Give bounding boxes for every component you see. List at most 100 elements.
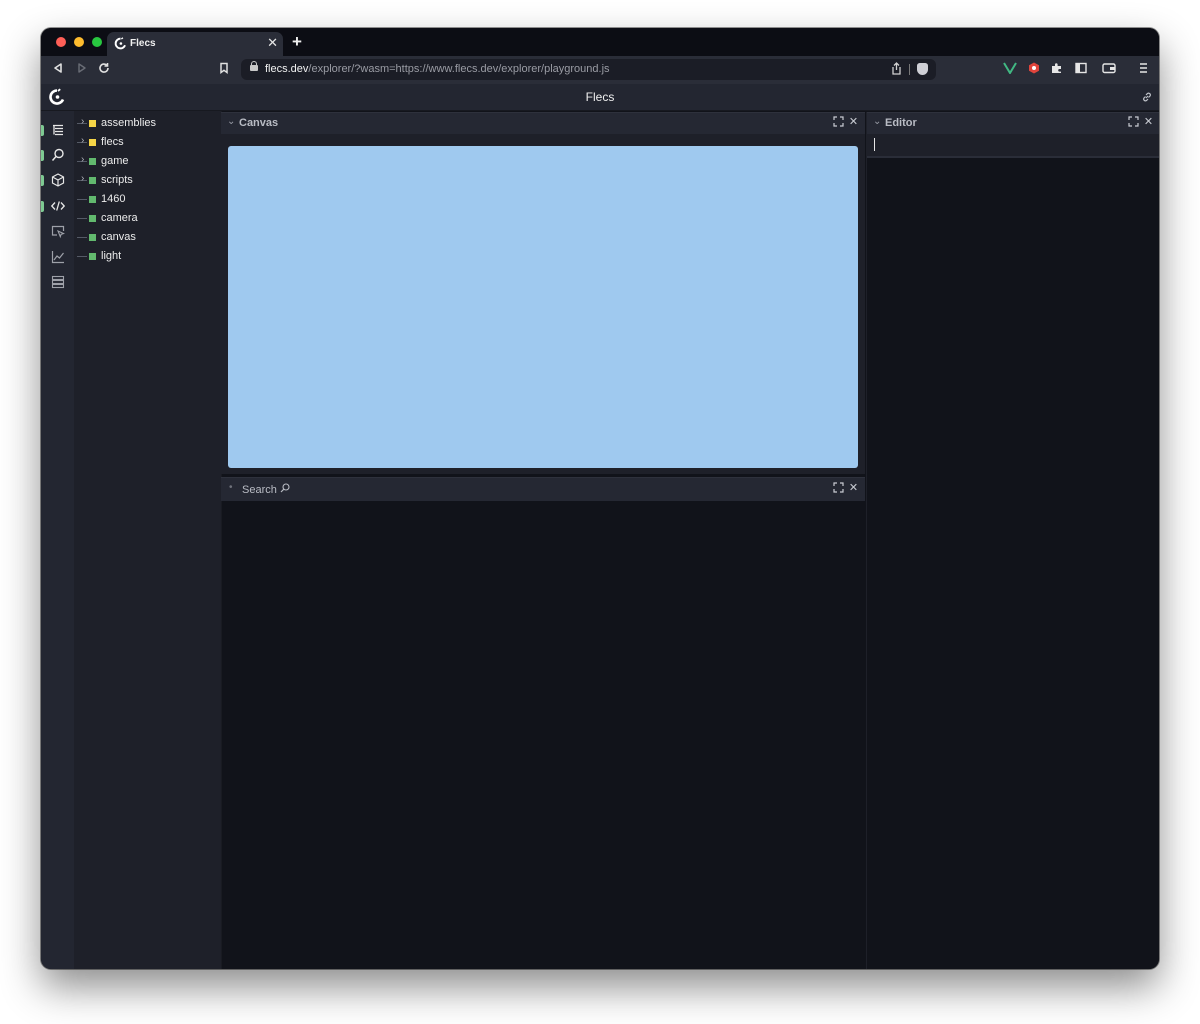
rail-item-entity[interactable] bbox=[41, 169, 74, 191]
share-icon[interactable] bbox=[891, 62, 902, 78]
bullet-icon: • bbox=[229, 482, 233, 493]
window-controls bbox=[56, 37, 102, 47]
tree-item-label: flecs bbox=[101, 136, 124, 148]
storage-icon bbox=[51, 275, 65, 289]
tree-item[interactable]: › scripts bbox=[74, 171, 221, 190]
inspector-icon bbox=[51, 225, 65, 239]
tree-item-label: light bbox=[101, 250, 122, 262]
entity-icon bbox=[89, 177, 96, 184]
chevron-right-icon[interactable]: › bbox=[81, 116, 84, 127]
back-icon[interactable] bbox=[50, 62, 66, 78]
tree-item[interactable]: 1460 bbox=[74, 190, 221, 209]
tree-item-label: 1460 bbox=[101, 193, 126, 205]
tab-close-icon[interactable]: ✕ bbox=[267, 35, 278, 51]
close-window-button[interactable] bbox=[56, 37, 66, 47]
active-indicator bbox=[41, 150, 44, 161]
extension-red-icon[interactable] bbox=[1026, 62, 1042, 78]
minimize-window-button[interactable] bbox=[74, 37, 84, 47]
canvas-panel: ⌄ Canvas ✕ bbox=[221, 112, 865, 474]
maximize-icon[interactable] bbox=[833, 482, 844, 495]
editor-panel: ⌄ Editor ✕ bbox=[866, 112, 1159, 969]
search-panel-label[interactable]: Search bbox=[242, 483, 290, 496]
entity-icon bbox=[89, 253, 96, 260]
close-icon[interactable]: ✕ bbox=[848, 482, 859, 495]
tree-item-label: canvas bbox=[101, 231, 136, 243]
entity-icon bbox=[89, 215, 96, 222]
rail-item-code[interactable] bbox=[41, 195, 74, 217]
browser-tab[interactable]: Flecs ✕ bbox=[107, 32, 283, 56]
url-host: flecs.dev bbox=[265, 63, 309, 75]
app-title: Flecs bbox=[585, 90, 615, 104]
editor-panel-header: ⌄ Editor ✕ bbox=[867, 112, 1159, 134]
tree-item[interactable]: › flecs bbox=[74, 133, 221, 152]
tree-icon bbox=[53, 124, 63, 136]
entity-icon bbox=[89, 234, 96, 241]
reload-icon[interactable] bbox=[96, 62, 112, 78]
maximize-icon[interactable] bbox=[1128, 116, 1139, 129]
link-icon[interactable] bbox=[1141, 91, 1153, 103]
wallet-icon[interactable] bbox=[1101, 62, 1117, 78]
rail-item-tree[interactable] bbox=[41, 119, 74, 141]
chevron-right-icon[interactable]: › bbox=[81, 154, 84, 165]
sidebar-icon[interactable] bbox=[1073, 62, 1089, 78]
puzzle-icon[interactable] bbox=[1049, 62, 1065, 78]
brave-shield-icon[interactable] bbox=[917, 63, 928, 75]
canvas-panel-title: Canvas bbox=[239, 117, 279, 129]
search-label-text: Search bbox=[242, 484, 277, 496]
divider bbox=[909, 64, 910, 75]
tree-connector bbox=[77, 237, 87, 238]
vue-devtools-icon[interactable] bbox=[1002, 62, 1018, 78]
maximize-window-button[interactable] bbox=[92, 37, 102, 47]
chevron-right-icon[interactable]: › bbox=[81, 135, 84, 146]
menu-icon[interactable] bbox=[1135, 62, 1151, 78]
tree-connector bbox=[77, 199, 87, 200]
forward-icon[interactable] bbox=[74, 62, 90, 78]
tree-item-label: scripts bbox=[101, 174, 133, 186]
tab-title: Flecs bbox=[130, 38, 156, 49]
close-icon[interactable]: ✕ bbox=[1143, 116, 1154, 129]
app-header: Flecs bbox=[41, 84, 1159, 111]
editor-panel-title: Editor bbox=[885, 117, 917, 129]
tree-item[interactable]: › game bbox=[74, 152, 221, 171]
cube-icon bbox=[51, 173, 65, 187]
active-indicator bbox=[41, 201, 44, 212]
search-icon bbox=[51, 148, 64, 161]
entity-tree: › assemblies › flecs › game › scripts 14… bbox=[74, 111, 222, 969]
entity-icon bbox=[89, 120, 96, 127]
address-bar[interactable]: flecs.dev/explorer/?wasm=https://www.fle… bbox=[241, 59, 936, 80]
rail-item-inspector[interactable] bbox=[41, 221, 74, 243]
tree-item[interactable]: camera bbox=[74, 209, 221, 228]
rail-item-statistics[interactable] bbox=[41, 246, 74, 268]
search-panel-header: • Search ✕ bbox=[221, 477, 865, 501]
search-icon bbox=[280, 483, 290, 493]
canvas-panel-header: ⌄ Canvas ✕ bbox=[221, 112, 865, 134]
chart-icon bbox=[51, 251, 64, 264]
tree-item[interactable]: › assemblies bbox=[74, 114, 221, 133]
tab-bar: Flecs ✕ + bbox=[41, 28, 1159, 56]
render-canvas[interactable] bbox=[228, 146, 858, 468]
lock-icon bbox=[250, 61, 258, 71]
url-path: /explorer/?wasm=https://www.flecs.dev/ex… bbox=[308, 63, 610, 75]
rail-item-search[interactable] bbox=[41, 144, 74, 166]
chevron-down-icon[interactable]: ⌄ bbox=[873, 116, 881, 127]
browser-toolbar: flecs.dev/explorer/?wasm=https://www.fle… bbox=[41, 56, 1159, 84]
flecs-logo-icon bbox=[114, 37, 126, 50]
tree-item[interactable]: light bbox=[74, 247, 221, 266]
chevron-down-icon[interactable]: ⌄ bbox=[227, 116, 235, 127]
tree-connector bbox=[77, 218, 87, 219]
active-indicator bbox=[41, 125, 44, 136]
rail-item-storage[interactable] bbox=[41, 271, 74, 293]
bookmark-icon[interactable] bbox=[216, 62, 232, 78]
entity-icon bbox=[89, 196, 96, 203]
chevron-right-icon[interactable]: › bbox=[81, 173, 84, 184]
tree-item[interactable]: canvas bbox=[74, 228, 221, 247]
entity-icon bbox=[89, 139, 96, 146]
maximize-icon[interactable] bbox=[833, 116, 844, 129]
active-indicator bbox=[41, 175, 44, 186]
url-text[interactable]: flecs.dev/explorer/?wasm=https://www.fle… bbox=[265, 63, 610, 75]
editor-input[interactable] bbox=[867, 134, 1159, 158]
new-tab-button[interactable]: + bbox=[292, 32, 302, 52]
code-icon bbox=[51, 201, 65, 211]
entity-icon bbox=[89, 158, 96, 165]
close-icon[interactable]: ✕ bbox=[848, 116, 859, 129]
